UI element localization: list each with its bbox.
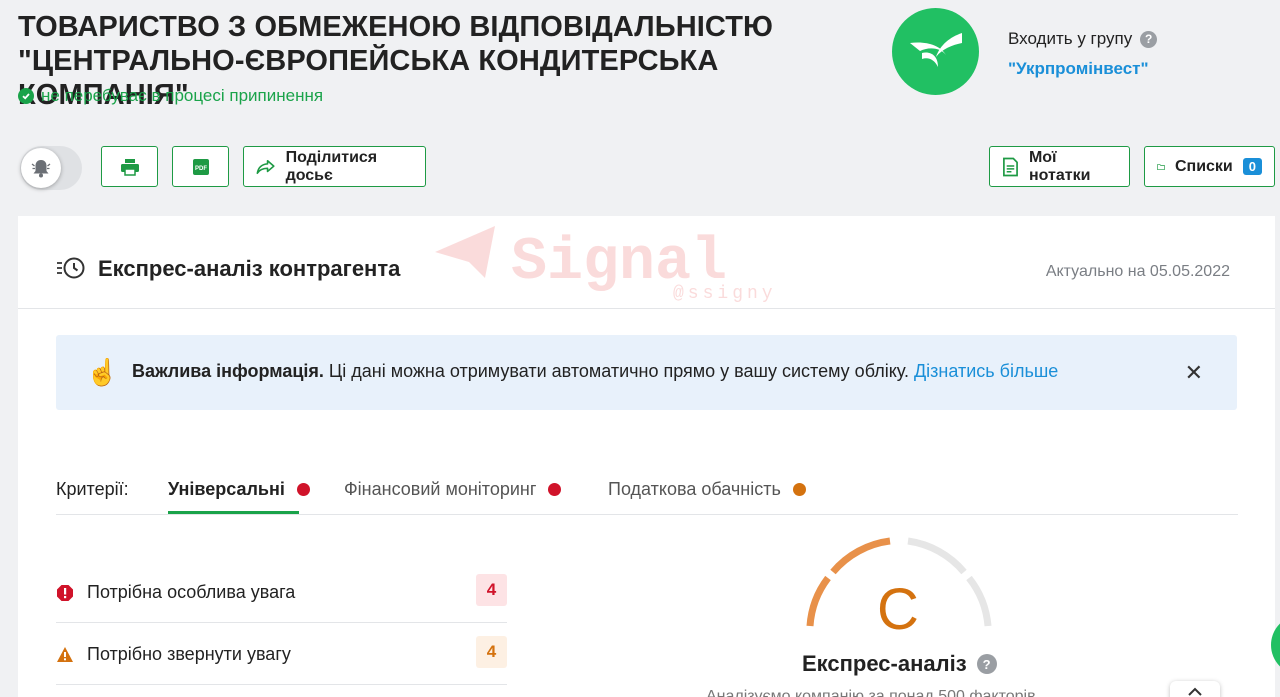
lists-count-badge: 0 xyxy=(1242,158,1262,175)
grade-letter: C xyxy=(877,577,919,642)
tab-tax-label: Податкова обачність xyxy=(608,479,781,499)
share-arrow-icon xyxy=(256,159,275,174)
tabs-divider xyxy=(56,514,1238,515)
risk-label: Потрібна особлива увага xyxy=(87,582,296,602)
group-label: Входить у групу ? xyxy=(1008,29,1158,49)
status-dot xyxy=(792,483,806,496)
notes-icon xyxy=(1003,157,1018,176)
history-clock-icon xyxy=(57,257,85,279)
group-link[interactable]: "Укрпромінвест" xyxy=(1008,59,1149,79)
folder-icon xyxy=(1157,163,1165,170)
lists-label: Списки xyxy=(1174,157,1233,175)
group-label-text: Входить у групу xyxy=(1008,29,1133,48)
tab-universal-label: Універсальні xyxy=(168,479,285,499)
alert-octagon-icon xyxy=(57,585,73,601)
share-dossier-label: Поділитися досьє xyxy=(285,148,378,184)
bell-icon xyxy=(31,160,51,178)
pdf-button[interactable]: PDF xyxy=(172,146,229,187)
tab-tax-diligence[interactable]: Податкова обачність xyxy=(608,479,806,500)
info-body: Ці дані можна отримувати автоматично пря… xyxy=(323,361,914,381)
tab-universal[interactable]: Універсальні xyxy=(168,479,310,500)
share-dossier-button[interactable]: Поділитися досьє xyxy=(243,146,426,187)
tab-financial-monitoring[interactable]: Фінансовий моніторинг xyxy=(344,479,562,500)
scroll-top-button[interactable] xyxy=(1170,681,1220,697)
pdf-icon-text: PDF xyxy=(195,166,207,172)
risk-count: 4 xyxy=(476,574,507,606)
status-text: не перебуває в процесі припинення xyxy=(41,86,324,105)
print-button[interactable] xyxy=(101,146,158,187)
help-icon[interactable]: ? xyxy=(976,654,997,674)
actual-date: Актуально на 05.05.2022 xyxy=(1045,263,1230,280)
watermark-logo: Signal @ssigny xyxy=(435,226,777,304)
card-title: Експрес-аналіз контрагента xyxy=(98,256,401,281)
express-analysis-card: Експрес-аналіз контрагента Актуально на … xyxy=(18,216,1275,697)
leaf-wing-icon xyxy=(909,32,962,67)
risk-label: Потрібно звернути увагу xyxy=(87,644,291,664)
notifications-toggle[interactable] xyxy=(20,146,82,190)
printer-icon xyxy=(120,158,139,176)
my-notes-button[interactable]: Мої нотатки xyxy=(989,146,1130,187)
tab-financial-label: Фінансовий моніторинг xyxy=(344,479,537,499)
close-icon[interactable]: ✕ xyxy=(1185,362,1203,384)
card-header: Експрес-аналіз контрагента Актуально на … xyxy=(18,216,1275,309)
risk-count: 4 xyxy=(476,636,507,668)
help-icon[interactable]: ? xyxy=(1140,30,1158,48)
pointing-hand-icon: ☝️ xyxy=(86,357,119,387)
info-text: Важлива інформація. Ці дані можна отриму… xyxy=(132,361,1058,382)
group-logo[interactable] xyxy=(892,8,979,95)
express-analysis-text: Експрес-аналіз xyxy=(802,651,967,676)
lists-button[interactable]: Списки 0 xyxy=(1144,146,1275,187)
learn-more-link[interactable]: Дізнатись більше xyxy=(914,361,1058,381)
analysis-subtext: Аналізуємо компанію за понад 500 факторі… xyxy=(706,688,1036,697)
company-status: не перебуває в процесі припинення xyxy=(18,86,323,106)
warning-triangle-icon xyxy=(57,647,73,662)
pdf-icon: PDF xyxy=(192,158,209,175)
status-dot xyxy=(296,483,310,496)
risk-row-critical[interactable]: Потрібна особлива увага 4 xyxy=(56,561,507,623)
chevron-up-icon xyxy=(1188,687,1202,696)
check-circle-icon xyxy=(18,88,34,104)
express-analysis-label: Експрес-аналіз ? xyxy=(802,651,997,677)
toggle-knob[interactable] xyxy=(21,148,61,188)
risk-row-warning[interactable]: Потрібно звернути увагу 4 xyxy=(56,623,507,685)
status-dot xyxy=(548,483,562,496)
my-notes-label: Мої нотатки xyxy=(1028,148,1091,184)
watermark-handle: @ssigny xyxy=(673,284,777,304)
info-banner: ☝️ Важлива інформація. Ці дані можна отр… xyxy=(56,335,1237,410)
criteria-label: Критерії: xyxy=(56,479,129,499)
info-bold: Важлива інформація. xyxy=(132,361,324,381)
